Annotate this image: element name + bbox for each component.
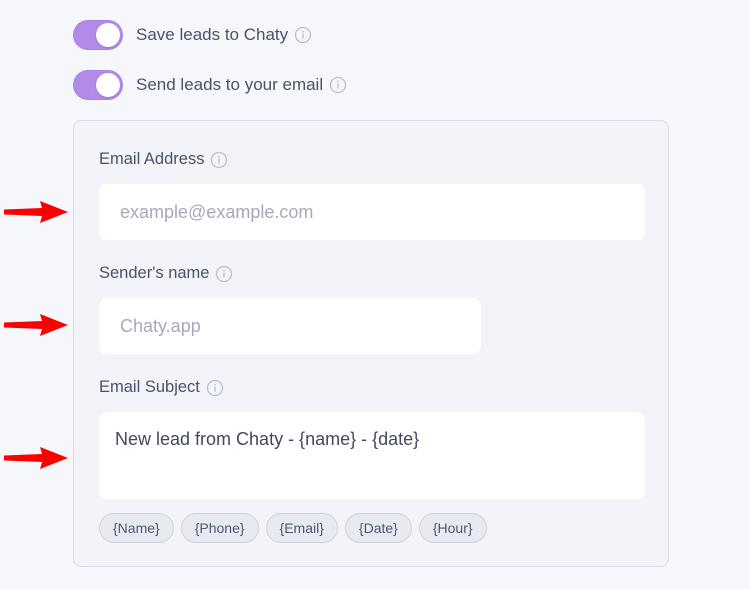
tag-email[interactable]: {Email} bbox=[265, 513, 338, 543]
send-leads-email-toggle[interactable] bbox=[73, 70, 123, 100]
toggle-row-send-leads-email: Send leads to your email bbox=[73, 70, 347, 100]
email-address-label-row: Email Address bbox=[99, 150, 228, 169]
tag-name[interactable]: {Name} bbox=[99, 513, 174, 543]
toggle-knob bbox=[96, 23, 120, 47]
save-leads-toggle[interactable] bbox=[73, 20, 123, 50]
red-arrow-icon bbox=[4, 201, 68, 223]
info-icon[interactable] bbox=[294, 26, 312, 44]
sender-name-input[interactable] bbox=[99, 298, 481, 354]
info-icon[interactable] bbox=[329, 76, 347, 94]
info-icon[interactable] bbox=[215, 265, 233, 283]
info-icon[interactable] bbox=[210, 151, 228, 169]
email-subject-textarea[interactable]: New lead from Chaty - {name} - {date} bbox=[99, 412, 645, 499]
save-leads-label: Save leads to Chaty bbox=[136, 25, 289, 44]
sender-name-label-row: Sender's name bbox=[99, 264, 233, 283]
toggle-knob bbox=[96, 73, 120, 97]
sender-name-label: Sender's name bbox=[99, 264, 210, 282]
send-leads-email-label: Send leads to your email bbox=[136, 75, 324, 94]
email-address-label: Email Address bbox=[99, 150, 205, 168]
email-subject-label-row: Email Subject bbox=[99, 378, 224, 397]
tag-phone[interactable]: {Phone} bbox=[180, 513, 259, 543]
email-address-input[interactable] bbox=[99, 184, 645, 240]
red-arrow-icon bbox=[4, 447, 68, 469]
toggle-row-save-leads: Save leads to Chaty bbox=[73, 20, 312, 50]
red-arrow-icon bbox=[4, 314, 68, 336]
placeholder-tags: {Name} {Phone} {Email} {Date} {Hour} bbox=[99, 513, 487, 543]
tag-hour[interactable]: {Hour} bbox=[418, 513, 487, 543]
tag-date[interactable]: {Date} bbox=[344, 513, 412, 543]
email-settings-panel: Email Address Sender's name Email Subjec… bbox=[73, 120, 669, 567]
email-subject-label: Email Subject bbox=[99, 378, 200, 396]
info-icon[interactable] bbox=[206, 379, 224, 397]
